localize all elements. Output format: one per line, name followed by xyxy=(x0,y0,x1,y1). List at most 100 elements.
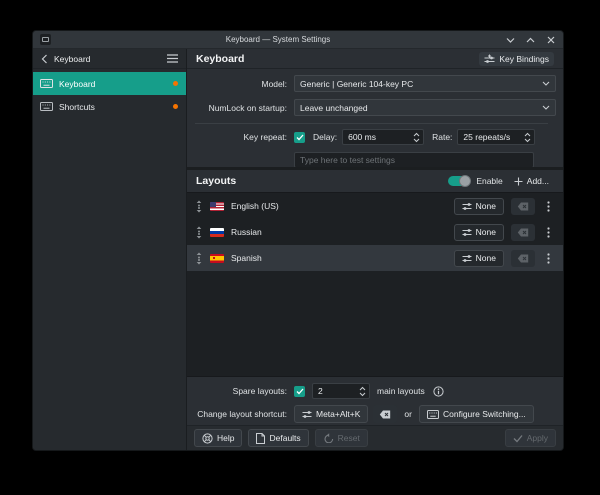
flag-ru-icon xyxy=(210,228,224,237)
hamburger-menu-icon[interactable] xyxy=(167,54,178,63)
change-shortcut-label: Change layout shortcut: xyxy=(187,409,294,419)
layouts-title: Layouts xyxy=(196,175,442,187)
defaults-button[interactable]: Defaults xyxy=(248,429,308,447)
change-shortcut-value: Meta+Alt+K xyxy=(316,409,360,419)
spin-arrows-icon[interactable] xyxy=(522,132,532,143)
backspace-icon xyxy=(379,410,391,419)
layout-shortcut-button[interactable]: None xyxy=(454,250,504,267)
layouts-enable-toggle[interactable] xyxy=(448,176,470,186)
apply-label: Apply xyxy=(527,433,548,443)
sidebar-item-label: Shortcuts xyxy=(59,102,167,112)
layout-shortcut-button[interactable]: None xyxy=(454,198,504,215)
overflow-menu-icon[interactable] xyxy=(542,250,554,267)
key-bindings-button[interactable]: Key Bindings xyxy=(479,52,554,66)
sidebar-item-label: Keyboard xyxy=(59,79,167,89)
rate-value: 25 repeats/s xyxy=(463,132,522,142)
backspace-icon xyxy=(517,254,529,263)
sidebar: Keyboard Keyboard xyxy=(33,49,187,450)
model-value: Generic | Generic 104-key PC xyxy=(300,79,542,89)
shortcut-icon xyxy=(302,410,312,419)
back-icon[interactable] xyxy=(41,54,48,64)
keyboard-form: Model: Generic | Generic 104-key PC NumL… xyxy=(187,69,563,167)
sidebar-toolbar: Keyboard xyxy=(33,49,186,69)
change-shortcut-button[interactable]: Meta+Alt+K xyxy=(294,405,368,423)
separator xyxy=(195,123,548,124)
spare-layouts-checkbox[interactable] xyxy=(294,386,305,397)
configure-switching-button[interactable]: Configure Switching... xyxy=(419,405,534,423)
key-repeat-label: Key repeat: xyxy=(187,132,294,142)
sidebar-title: Keyboard xyxy=(54,54,161,64)
test-settings-input[interactable] xyxy=(294,152,534,168)
maximize-icon[interactable] xyxy=(525,34,536,45)
sidebar-list: Keyboard Shortcuts xyxy=(33,69,186,118)
apply-button: Apply xyxy=(505,429,556,447)
document-icon xyxy=(256,433,265,444)
modified-dot xyxy=(173,104,178,109)
page-title: Keyboard xyxy=(196,53,479,65)
close-icon[interactable] xyxy=(545,34,556,45)
help-button[interactable]: Help xyxy=(194,429,242,447)
layout-shortcut-label: None xyxy=(476,201,496,211)
defaults-label: Defaults xyxy=(269,433,300,443)
overflow-menu-icon[interactable] xyxy=(542,198,554,215)
chevron-down-icon xyxy=(542,81,550,86)
spare-layouts-spinbox[interactable]: 2 xyxy=(312,383,370,399)
numlock-label: NumLock on startup: xyxy=(187,103,294,113)
clear-shortcut-button xyxy=(511,198,535,215)
key-repeat-checkbox[interactable] xyxy=(294,132,305,143)
key-bindings-icon xyxy=(484,54,495,64)
system-settings-window: Keyboard — System Settings xyxy=(32,30,564,451)
layout-row-spanish[interactable]: Spanish None xyxy=(187,245,563,271)
layout-list: English (US) None xyxy=(187,192,563,377)
model-combobox[interactable]: Generic | Generic 104-key PC xyxy=(294,75,556,92)
enable-label: Enable xyxy=(476,176,502,186)
sidebar-item-keyboard[interactable]: Keyboard xyxy=(33,72,186,95)
spare-layouts-label: Spare layouts: xyxy=(187,386,294,396)
chevron-down-icon xyxy=(542,105,550,110)
keyboard-icon xyxy=(427,410,439,419)
keyboard-icon xyxy=(40,79,53,88)
flag-es-icon xyxy=(210,254,224,263)
spin-arrows-icon[interactable] xyxy=(411,132,421,143)
layout-row-english[interactable]: English (US) None xyxy=(187,193,563,219)
spare-layouts-value: 2 xyxy=(318,386,357,396)
layout-shortcut-button[interactable]: None xyxy=(454,224,504,241)
window-controls xyxy=(505,34,556,45)
spin-arrows-icon[interactable] xyxy=(357,386,367,397)
shortcut-icon xyxy=(462,228,472,237)
window-title: Keyboard — System Settings xyxy=(51,35,505,44)
flag-us-icon xyxy=(210,202,224,211)
layout-label: Spanish xyxy=(231,253,447,263)
layout-row-russian[interactable]: Russian None xyxy=(187,219,563,245)
app-icon xyxy=(40,34,51,45)
drag-handle-icon[interactable] xyxy=(195,226,203,239)
delay-spinbox[interactable]: 600 ms xyxy=(342,129,424,145)
or-label: or xyxy=(404,409,412,419)
key-bindings-label: Key Bindings xyxy=(499,54,549,64)
main-header: Keyboard Key Bindings xyxy=(187,49,563,69)
check-icon xyxy=(513,434,523,443)
numlock-combobox[interactable]: Leave unchanged xyxy=(294,99,556,116)
shortcut-icon xyxy=(462,254,472,263)
delay-label: Delay: xyxy=(313,132,337,142)
clear-change-shortcut-button[interactable] xyxy=(373,405,397,423)
check-icon xyxy=(296,388,304,395)
drag-handle-icon[interactable] xyxy=(195,252,203,265)
info-icon[interactable] xyxy=(433,386,444,397)
drag-handle-icon[interactable] xyxy=(195,200,203,213)
sidebar-item-shortcuts[interactable]: Shortcuts xyxy=(33,95,186,118)
reset-button: Reset xyxy=(315,429,368,447)
main-panel: Keyboard Key Bindings Model: Generic | G… xyxy=(187,49,563,450)
add-layout-button[interactable]: Add... xyxy=(509,174,554,188)
footer: Help Defaults Reset Apply xyxy=(187,425,563,450)
backspace-icon xyxy=(517,202,529,211)
backspace-icon xyxy=(517,228,529,237)
rate-spinbox[interactable]: 25 repeats/s xyxy=(457,129,535,145)
clear-shortcut-button xyxy=(511,224,535,241)
titlebar[interactable]: Keyboard — System Settings xyxy=(33,31,563,49)
overflow-menu-icon[interactable] xyxy=(542,224,554,241)
undo-icon xyxy=(323,433,334,443)
help-label: Help xyxy=(217,433,234,443)
minimize-icon[interactable] xyxy=(505,34,516,45)
layout-controls: Spare layouts: 2 main layouts xyxy=(187,377,563,425)
